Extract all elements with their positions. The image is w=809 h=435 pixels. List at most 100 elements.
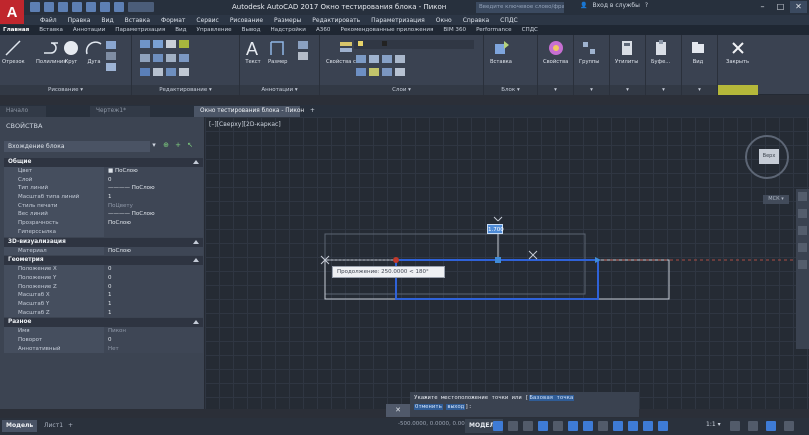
stretch-icon[interactable] <box>140 68 150 76</box>
panel-utilities-title[interactable]: ▾ <box>610 85 645 95</box>
grip-point-left[interactable] <box>393 257 399 263</box>
quick-select-icon[interactable]: ⊕ <box>162 141 170 149</box>
workspace-dropdown[interactable] <box>128 2 154 12</box>
tab-view[interactable]: Вид <box>175 27 186 33</box>
annotation-scale[interactable]: 1:1 ▾ <box>706 421 721 428</box>
copy-icon[interactable] <box>140 54 150 62</box>
object-snap-icon[interactable] <box>583 421 593 431</box>
property-row[interactable]: Поворот 0 <box>4 336 203 345</box>
rectangle-icon[interactable] <box>106 41 116 49</box>
orbit-icon[interactable] <box>798 243 807 252</box>
layer-walk-icon[interactable] <box>382 68 392 76</box>
layer-off-icon[interactable] <box>356 68 366 76</box>
select-objects-icon[interactable]: + <box>174 141 182 149</box>
drawing-canvas[interactable]: [–][Сверху][2D-каркас] 1.700 Продолжение… <box>205 117 809 409</box>
maximize-button[interactable]: □ <box>772 1 789 13</box>
menu-help[interactable]: Справка <box>463 17 489 24</box>
tab-start[interactable]: Начало <box>0 106 46 117</box>
rotate-icon[interactable] <box>153 40 163 48</box>
zoom-icon[interactable] <box>798 226 807 235</box>
showmotion-icon[interactable] <box>798 260 807 269</box>
panel-groups-title[interactable]: ▾ <box>574 85 609 95</box>
autoscale-icon[interactable] <box>658 421 668 431</box>
object-snap-tracking-icon[interactable] <box>568 421 578 431</box>
layer-freeze-icon[interactable] <box>369 55 379 63</box>
properties-button[interactable]: Свойства <box>543 39 568 65</box>
isolate-objects-icon[interactable] <box>766 421 776 431</box>
redo-icon[interactable] <box>114 2 124 12</box>
open-file-icon[interactable] <box>44 2 54 12</box>
tab-drawing1[interactable]: Чертеж1* <box>90 106 150 117</box>
offset-icon[interactable] <box>179 68 189 76</box>
panel-draw-title[interactable]: Рисование ▾ <box>0 85 131 95</box>
grip-point-middle[interactable] <box>495 257 501 263</box>
menu-edit[interactable]: Правка <box>68 17 91 24</box>
menu-tools[interactable]: Сервис <box>196 17 218 24</box>
tab-block-test-window[interactable]: Окно тестирования блока - Пикон <box>194 106 304 117</box>
wcs-menu[interactable]: МСК ▾ <box>763 195 789 204</box>
layer-merge-icon[interactable] <box>395 68 405 76</box>
property-row[interactable]: Тип линий ———— ПоСлою <box>4 184 203 194</box>
object-type-dropdown[interactable]: Вхождение блока <box>4 141 150 152</box>
property-row[interactable]: Гиперссылка <box>4 227 203 237</box>
section-3d-visualization[interactable]: 3D-визуализация <box>4 237 203 247</box>
explode-icon[interactable] <box>179 54 189 62</box>
panel-layers-title[interactable]: Слои ▾ <box>320 85 483 95</box>
arc-button[interactable]: Дуга <box>85 39 103 65</box>
new-tab-button[interactable]: + <box>304 106 318 117</box>
circle-button[interactable]: Круг <box>62 39 80 65</box>
menu-file[interactable]: Файл <box>40 17 57 24</box>
array-icon[interactable] <box>166 68 176 76</box>
pickadd-icon[interactable]: ↖ <box>186 141 194 149</box>
utilities-button[interactable]: Утилиты <box>615 39 638 65</box>
panel-block-title[interactable]: Блок ▾ <box>484 85 537 95</box>
trim-icon[interactable] <box>166 40 176 48</box>
command-close-icon[interactable]: ✕ <box>386 404 410 417</box>
add-layout-button[interactable]: + <box>64 420 77 432</box>
property-row[interactable]: Цвет ■ ПоСлою <box>4 167 203 176</box>
panel-modify-title[interactable]: Редактирование ▾ <box>132 85 239 95</box>
tab-a360[interactable]: A360 <box>316 27 331 33</box>
steering-wheel-icon[interactable] <box>798 192 807 201</box>
panel-annotation-title[interactable]: Аннотации ▾ <box>240 85 319 95</box>
tab-performance[interactable]: Performance <box>476 27 511 33</box>
mirror-icon[interactable] <box>153 54 163 62</box>
property-row[interactable]: Масштаб Z1 <box>4 308 203 318</box>
coordinates-readout[interactable]: -500.0000, 0.0000, 0.0000 <box>398 421 472 427</box>
option-base-point[interactable]: Базовая точка <box>528 395 575 401</box>
property-row[interactable]: Масштаб типа линий 1 <box>4 193 203 202</box>
save-as-icon[interactable] <box>72 2 82 12</box>
viewcube[interactable]: Верх <box>745 135 789 179</box>
panel-properties-title[interactable]: ▾ <box>538 85 573 95</box>
view-button[interactable]: Вид <box>689 39 707 65</box>
property-row[interactable]: Масштаб Y1 <box>4 299 203 309</box>
snap-icon[interactable] <box>508 421 518 431</box>
grid-icon[interactable] <box>493 421 503 431</box>
signin-link[interactable]: Вход в службы <box>592 2 639 9</box>
menu-format[interactable]: Формат <box>161 17 185 24</box>
insert-button[interactable]: Вставка <box>490 39 512 65</box>
tab-insert[interactable]: Вставка <box>39 27 63 33</box>
menu-parametric[interactable]: Параметризация <box>371 17 425 24</box>
property-row[interactable]: Положение Z0 <box>4 282 203 292</box>
menu-view[interactable]: Вид <box>101 17 113 24</box>
close-block-editor-button[interactable]: Закрыть <box>726 39 749 65</box>
lineweight-icon[interactable] <box>598 421 608 431</box>
fillet-icon[interactable] <box>166 54 176 62</box>
move-icon[interactable] <box>140 40 150 48</box>
tab-annotate[interactable]: Аннотации <box>73 27 105 33</box>
isodraft-icon[interactable] <box>553 421 563 431</box>
layer-isolate-icon[interactable] <box>356 55 366 63</box>
menu-spds[interactable]: СПДС <box>500 17 518 24</box>
workspace-gear-icon[interactable] <box>730 421 740 431</box>
minimize-button[interactable]: – <box>754 1 771 13</box>
pan-icon[interactable] <box>798 209 807 218</box>
panel-view-title[interactable]: ▾ <box>682 85 717 95</box>
customization-menu-icon[interactable] <box>784 421 794 431</box>
annotation-visibility-icon[interactable] <box>643 421 653 431</box>
tab-spds[interactable]: СПДС <box>522 27 538 33</box>
property-row[interactable]: Прозрачность ПоСлою <box>4 219 203 228</box>
property-row[interactable]: Положение Y0 <box>4 273 203 283</box>
tab-output[interactable]: Вывод <box>242 27 261 33</box>
tab-addins[interactable]: Надстройки <box>270 27 305 33</box>
